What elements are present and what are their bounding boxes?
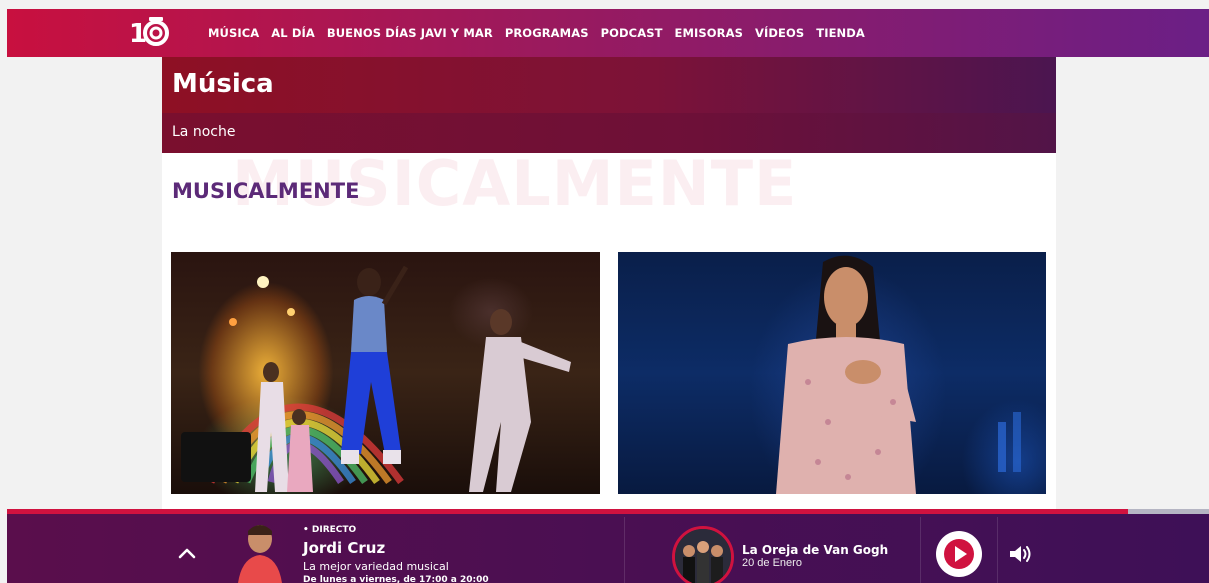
nav-item-podcast[interactable]: PODCAST <box>601 26 663 40</box>
volume-icon[interactable] <box>1008 542 1034 566</box>
article-card-singer[interactable] <box>618 252 1046 494</box>
play-icon <box>944 539 974 569</box>
article-card-concert[interactable] <box>171 252 600 494</box>
nav-item-musica[interactable]: MÚSICA <box>208 26 259 40</box>
nav-item-tienda[interactable]: TIENDA <box>816 26 865 40</box>
singer-portrait-photo <box>776 255 1021 494</box>
show-schedule: De lunes a viernes, de 17:00 a 20:00 <box>303 575 489 583</box>
chevron-up-icon[interactable] <box>175 541 199 565</box>
nav-item-buenos-dias[interactable]: BUENOS DÍAS JAVI Y MAR <box>327 26 493 40</box>
playback-progress-fill <box>7 509 1129 514</box>
nav-item-programas[interactable]: PROGRAMAS <box>505 26 589 40</box>
track-title: La Oreja de Van Gogh <box>742 543 889 557</box>
nav-item-emisoras[interactable]: EMISORAS <box>675 26 743 40</box>
concert-stage-photo <box>181 265 571 492</box>
playback-progress-track[interactable] <box>7 509 1209 514</box>
track-artwork <box>672 526 734 583</box>
show-description: La mejor variedad musical <box>303 560 449 573</box>
live-badge: • DIRECTO <box>303 525 357 535</box>
section-title: Música <box>172 69 274 99</box>
player-divider <box>997 517 998 583</box>
top-navigation: 1 MÚSICA AL DÍA BUENOS DÍAS JAVI Y MAR P… <box>7 9 1209 57</box>
audio-player: • DIRECTO Jordi Cruz La mejor variedad m… <box>7 509 1209 583</box>
subnav-item-la-noche[interactable]: La noche <box>172 124 235 140</box>
host-avatar <box>232 519 288 583</box>
section-header: Música <box>162 57 1056 113</box>
main-menu: MÚSICA AL DÍA BUENOS DÍAS JAVI Y MAR PRO… <box>208 9 877 57</box>
track-subtitle: 20 de Enero <box>742 557 802 569</box>
nav-item-videos[interactable]: VÍDEOS <box>755 26 804 40</box>
player-divider <box>624 517 625 583</box>
host-name: Jordi Cruz <box>303 539 386 557</box>
main-content: Música La noche MUSICALMENTE MUSICALMENT… <box>162 57 1056 517</box>
play-button[interactable] <box>936 531 982 577</box>
page-heading: MUSICALMENTE <box>172 179 360 203</box>
brand-logo[interactable]: 1 <box>127 15 175 49</box>
player-divider <box>920 517 921 583</box>
nav-item-al-dia[interactable]: AL DÍA <box>271 26 315 40</box>
